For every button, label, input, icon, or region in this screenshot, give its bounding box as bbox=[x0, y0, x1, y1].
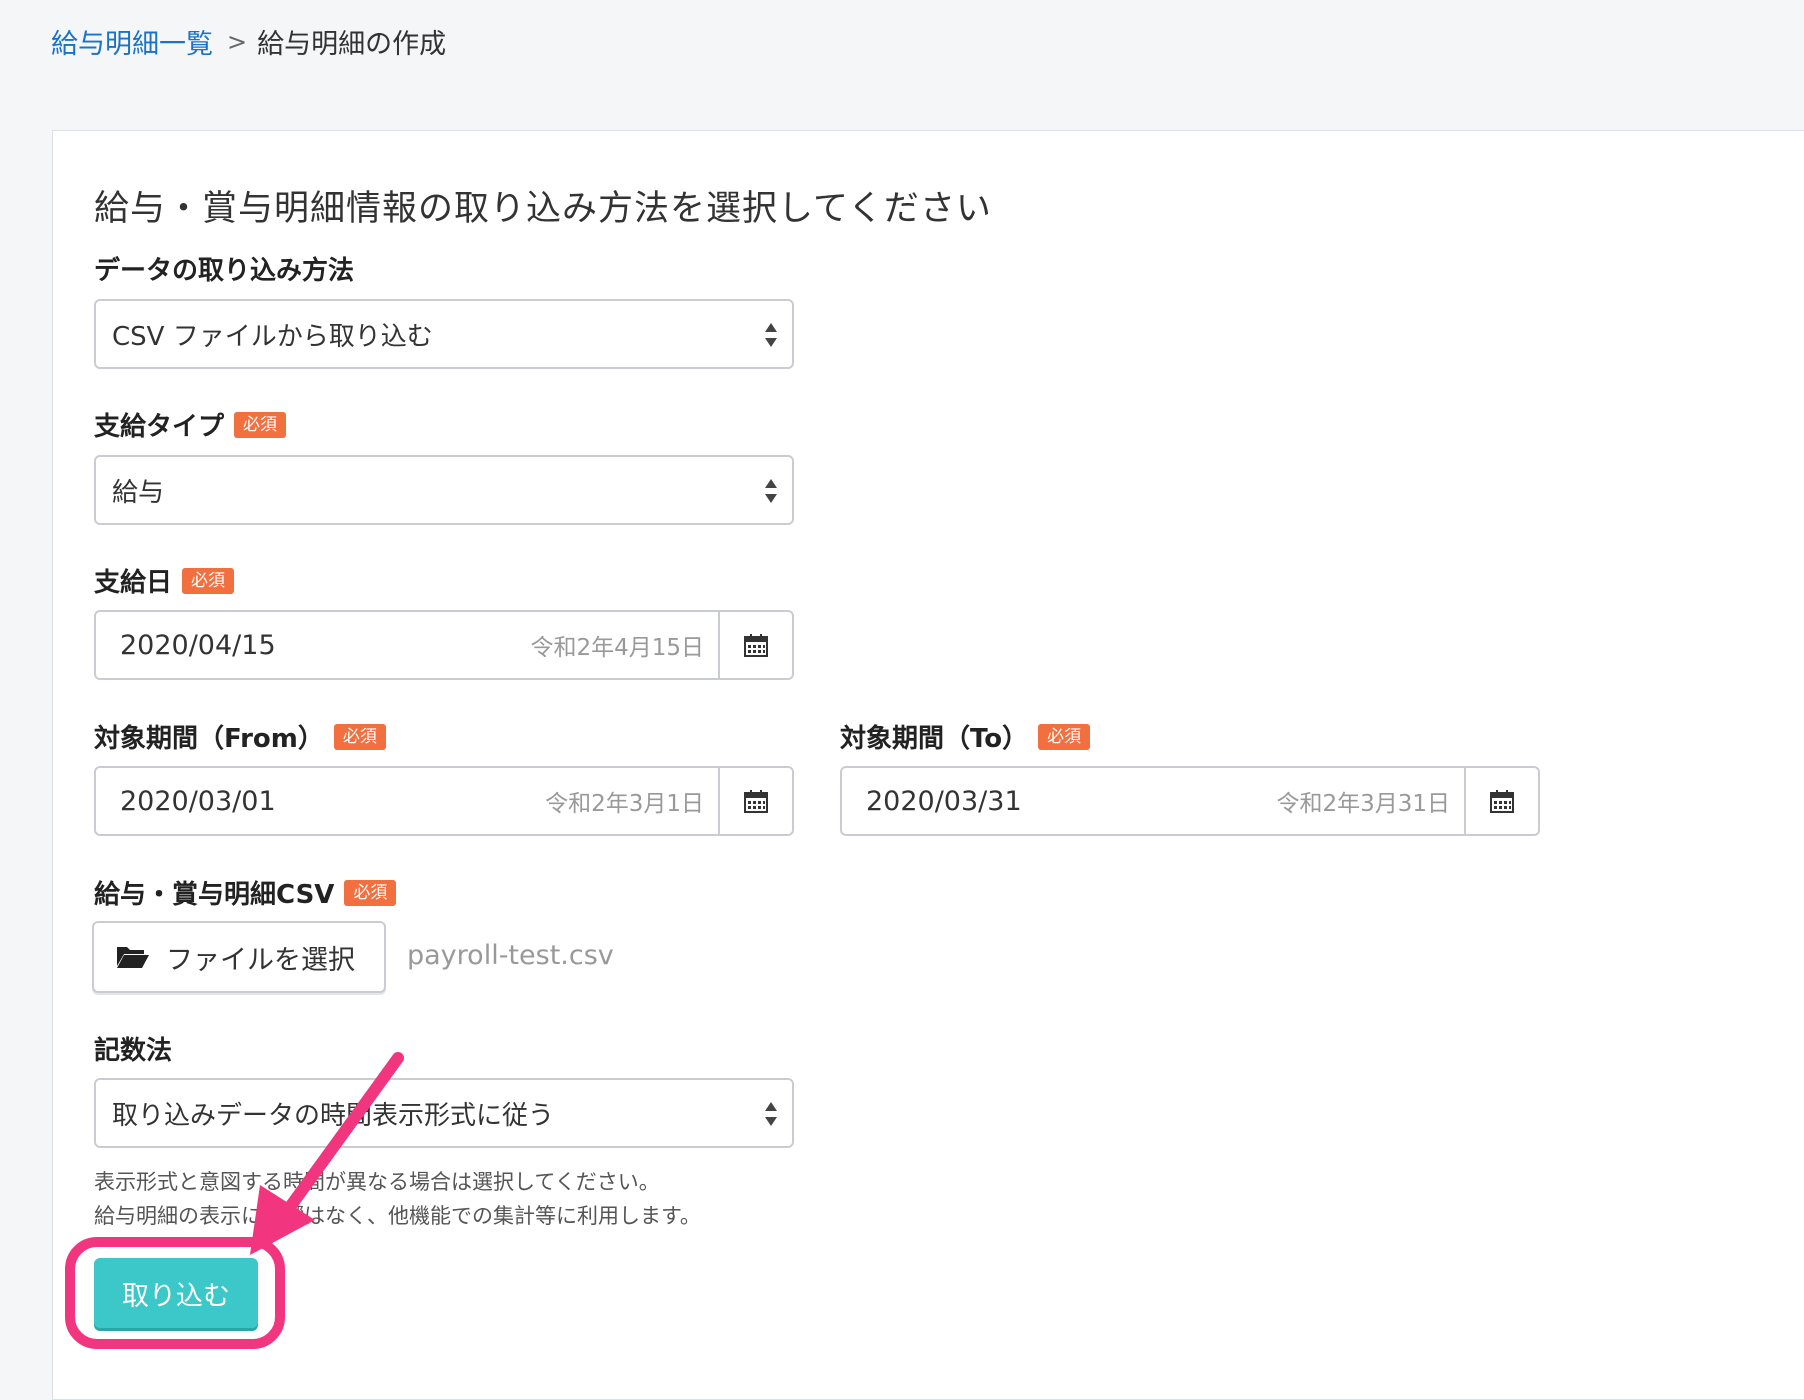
required-badge: 必須 bbox=[234, 411, 287, 438]
period-to-era: 令和2年3月31日 bbox=[1276, 791, 1450, 817]
chevron-right-icon: > bbox=[227, 27, 248, 56]
choose-file-label: ファイルを選択 bbox=[166, 944, 355, 976]
sort-arrows-icon bbox=[765, 479, 777, 503]
sort-arrows-icon bbox=[765, 323, 777, 347]
payment-date-label: 支給日 必須 bbox=[94, 562, 235, 599]
payment-type-label-text: 支給タイプ bbox=[94, 412, 225, 442]
notation-select[interactable]: 取り込みデータの時間表示形式に従う bbox=[94, 1078, 794, 1148]
period-to-value: 2020/03/31 bbox=[866, 785, 1022, 817]
required-badge: 必須 bbox=[182, 567, 235, 594]
csv-file-label: 給与・賞与明細CSV 必須 bbox=[94, 874, 397, 911]
choose-file-button[interactable]: ファイルを選択 bbox=[92, 921, 386, 993]
calendar-icon bbox=[1490, 790, 1514, 813]
payment-date-calendar-button[interactable] bbox=[718, 612, 792, 678]
period-to-label-text: 対象期間（To） bbox=[840, 724, 1029, 754]
payment-date-value: 2020/04/15 bbox=[120, 629, 276, 661]
calendar-icon bbox=[744, 634, 768, 657]
payment-type-select[interactable]: 給与 bbox=[94, 455, 794, 525]
import-method-value: CSV ファイルから取り込む bbox=[112, 321, 433, 352]
payment-type-value: 給与 bbox=[112, 477, 165, 508]
required-badge: 必須 bbox=[333, 723, 386, 750]
csv-file-label-text: 給与・賞与明細CSV bbox=[94, 880, 335, 910]
period-from-input[interactable]: 2020/03/01 令和2年3月1日 bbox=[94, 766, 794, 836]
payment-date-input[interactable]: 2020/04/15 令和2年4月15日 bbox=[94, 610, 794, 680]
period-to-input[interactable]: 2020/03/31 令和2年3月31日 bbox=[840, 766, 1540, 836]
period-from-label: 対象期間（From） 必須 bbox=[94, 718, 386, 755]
period-from-era: 令和2年3月1日 bbox=[545, 791, 704, 817]
period-to-calendar-button[interactable] bbox=[1464, 768, 1538, 834]
period-from-label-text: 対象期間（From） bbox=[94, 724, 324, 754]
notation-label: 記数法 bbox=[94, 1030, 172, 1067]
page-title: 給与・賞与明細情報の取り込み方法を選択してください bbox=[94, 189, 992, 229]
sort-arrows-icon bbox=[765, 1102, 777, 1126]
required-badge: 必須 bbox=[1038, 723, 1091, 750]
folder-open-icon bbox=[117, 947, 149, 968]
period-from-value: 2020/03/01 bbox=[120, 785, 276, 817]
breadcrumb: 給与明細一覧 > 給与明細の作成 bbox=[51, 22, 446, 61]
import-method-label-text: データの取り込み方法 bbox=[94, 256, 355, 286]
calendar-icon bbox=[744, 790, 768, 813]
import-method-label: データの取り込み方法 bbox=[94, 250, 354, 287]
required-badge: 必須 bbox=[344, 879, 397, 906]
selected-filename: payroll-test.csv bbox=[407, 940, 614, 971]
arrow-annotation-icon bbox=[250, 1052, 404, 1255]
payment-date-era: 令和2年4月15日 bbox=[530, 635, 704, 661]
import-method-select[interactable]: CSV ファイルから取り込む bbox=[94, 299, 794, 369]
breadcrumb-link-payslip-list[interactable]: 給与明細一覧 bbox=[51, 22, 213, 61]
notation-label-text: 記数法 bbox=[94, 1036, 173, 1066]
breadcrumb-current: 給与明細の作成 bbox=[257, 29, 447, 60]
payment-date-label-text: 支給日 bbox=[94, 568, 173, 598]
period-from-calendar-button[interactable] bbox=[718, 768, 792, 834]
payment-type-label: 支給タイプ 必須 bbox=[94, 406, 287, 443]
period-to-label: 対象期間（To） 必須 bbox=[840, 718, 1091, 755]
